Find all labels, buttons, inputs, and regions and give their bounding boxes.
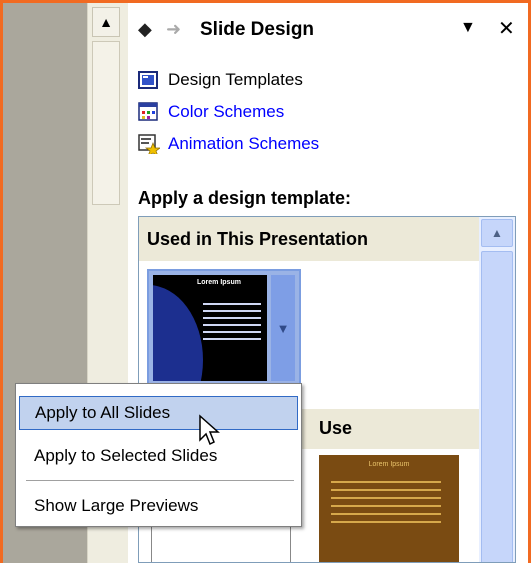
back-arrow-icon[interactable]: ◆ <box>138 19 152 40</box>
color-schemes-link[interactable]: Color Schemes <box>138 99 284 125</box>
animation-schemes-icon <box>138 134 162 157</box>
design-templates-label: Design Templates <box>168 70 303 89</box>
animation-schemes-link[interactable]: Animation Schemes <box>138 131 319 157</box>
menu-item-show-large-previews-label: Show Large Previews <box>34 496 199 515</box>
gallery-scrollbar[interactable]: ▲ <box>479 217 515 562</box>
menu-item-apply-selected-label: Apply to Selected Slides <box>34 446 218 465</box>
thumb3-title: Lorem Ipsum <box>368 461 410 468</box>
close-icon[interactable]: ✕ <box>498 16 515 41</box>
template-preview: Lorem Ipsum <box>153 275 267 381</box>
forward-arrow-icon[interactable]: ➜ <box>166 19 181 40</box>
section-heading-available-label: Use <box>319 418 353 438</box>
template-thumbnail-current[interactable]: Lorem Ipsum ▼ <box>147 269 301 387</box>
section-heading-used: Used in This Presentation <box>139 217 479 261</box>
animation-schemes-label: Animation Schemes <box>168 134 320 153</box>
menu-separator <box>26 480 294 481</box>
gallery-scroll-thumb[interactable] <box>481 251 513 562</box>
task-pane-titlebar: ◆ ➜ Slide Design ▼ ✕ <box>128 3 528 55</box>
color-schemes-label: Color Schemes <box>168 102 285 121</box>
apply-template-heading: Apply a design template: <box>138 188 352 208</box>
pane-menu-dropdown-icon[interactable]: ▼ <box>460 19 476 37</box>
thumb-title: Lorem Ipsum <box>197 279 241 286</box>
menu-item-show-large-previews[interactable]: Show Large Previews <box>19 489 298 523</box>
thumbnail-dropdown-icon[interactable]: ▼ <box>271 275 295 381</box>
gallery-scroll-up-button[interactable]: ▲ <box>481 219 513 247</box>
menu-item-apply-all[interactable]: Apply to All Slides <box>19 396 298 430</box>
design-templates-icon <box>138 70 160 90</box>
template-thumbnail-brown[interactable]: Lorem Ipsum <box>319 455 459 562</box>
color-schemes-icon <box>138 102 160 122</box>
scroll-thumb[interactable] <box>92 41 120 205</box>
mouse-pointer-icon <box>199 414 220 446</box>
context-menu: Apply to All Slides Apply to Selected Sl… <box>15 383 302 527</box>
menu-item-apply-all-label: Apply to All Slides <box>35 403 171 422</box>
scroll-up-button[interactable]: ▲ <box>92 7 120 37</box>
design-templates-link[interactable]: Design Templates <box>138 67 303 93</box>
menu-item-apply-selected[interactable]: Apply to Selected Slides <box>19 439 298 473</box>
pane-title: Slide Design <box>200 19 315 40</box>
